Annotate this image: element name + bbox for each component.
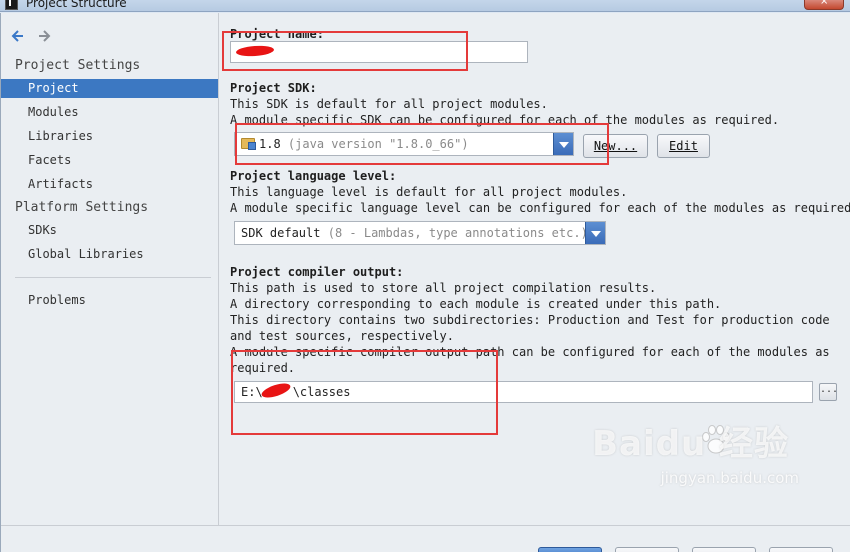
- section-title-platform-settings: Platform Settings: [15, 200, 149, 215]
- window-close-button[interactable]: ×: [804, 0, 844, 10]
- compiler-output-description-1: This path is used to store all project c…: [230, 281, 657, 295]
- browse-button[interactable]: ...: [819, 383, 838, 401]
- dialog-button-bar: [1, 525, 850, 552]
- sidebar-item-project[interactable]: Project: [1, 79, 218, 98]
- project-settings-panel: Project name: Project SDK: This SDK is d…: [220, 13, 850, 525]
- sdk-edit-button[interactable]: Edit: [657, 134, 710, 158]
- sidebar-item-global-libraries[interactable]: Global Libraries: [1, 245, 218, 264]
- project-sdk-label: Project SDK:: [230, 81, 317, 95]
- sidebar-divider: [15, 277, 211, 278]
- window-title: Project Structure: [26, 0, 127, 10]
- help-button[interactable]: [769, 547, 833, 552]
- language-level-select[interactable]: SDK default (8 - Lambdas, type annotatio…: [234, 221, 606, 245]
- language-level-selected: SDK default: [241, 226, 321, 240]
- language-level-label: Project language level:: [230, 169, 397, 183]
- compiler-output-description-3: This directory contains two subdirectori…: [230, 313, 830, 327]
- annotation-box-sdk: [235, 123, 609, 165]
- cancel-button[interactable]: [615, 547, 679, 552]
- watermark-brand: Baidu 经验: [592, 424, 789, 464]
- sidebar-item-libraries[interactable]: Libraries: [1, 127, 218, 146]
- close-icon: ×: [820, 0, 829, 7]
- sidebar-item-facets[interactable]: Facets: [1, 151, 218, 170]
- sdk-edit-label: Edit: [669, 139, 698, 153]
- intellij-app-icon: [5, 0, 18, 10]
- sdk-description-1: This SDK is default for all project modu…: [230, 97, 548, 111]
- arrow-right-icon[interactable]: [37, 29, 51, 43]
- window-title-bar[interactable]: Project Structure ×: [0, 0, 850, 12]
- compiler-output-label: Project compiler output:: [230, 265, 404, 279]
- sidebar-item-problems[interactable]: Problems: [1, 291, 218, 310]
- compiler-output-description-4: and test sources, respectively.: [230, 329, 454, 343]
- sidebar: Project Settings Project Modules Librari…: [1, 13, 219, 525]
- language-level-selected-detail: (8 - Lambdas, type annotations etc.): [327, 226, 588, 240]
- ok-button[interactable]: [538, 547, 602, 552]
- chevron-down-icon[interactable]: [585, 222, 605, 244]
- language-level-description-1: This language level is default for all p…: [230, 185, 628, 199]
- language-level-description-2: A module specific language level can be …: [230, 201, 850, 215]
- sidebar-item-modules[interactable]: Modules: [1, 103, 218, 122]
- apply-button[interactable]: [692, 547, 756, 552]
- section-title-project-settings: Project Settings: [15, 58, 141, 73]
- dialog-frame: Project Settings Project Modules Librari…: [0, 13, 850, 552]
- arrow-left-icon[interactable]: [11, 29, 25, 43]
- sidebar-item-artifacts[interactable]: Artifacts: [1, 175, 218, 194]
- compiler-output-description-2: A directory corresponding to each module…: [230, 297, 722, 311]
- sidebar-item-sdks[interactable]: SDKs: [1, 221, 218, 240]
- watermark-url: jingyan.baidu.com: [660, 469, 799, 487]
